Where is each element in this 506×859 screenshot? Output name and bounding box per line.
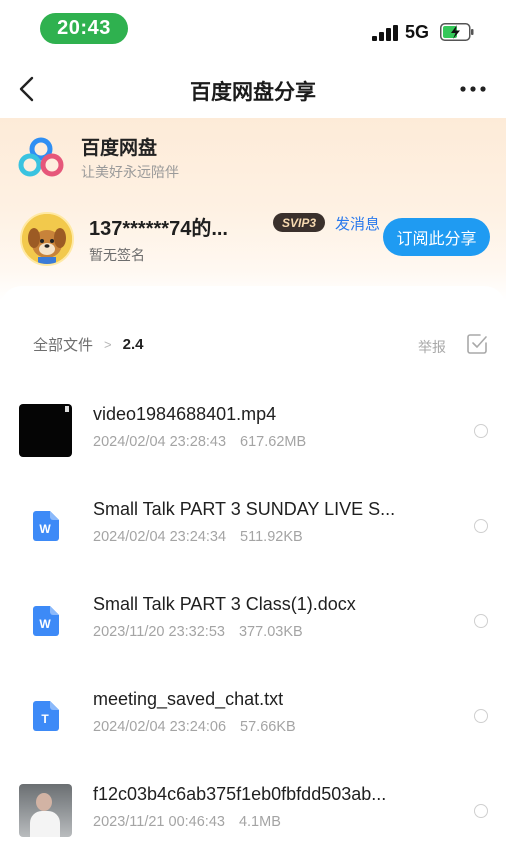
video-thumbnail bbox=[19, 404, 72, 457]
file-size: 377.03KB bbox=[238, 624, 303, 640]
svg-text:T: T bbox=[41, 712, 49, 726]
breadcrumb: 全部文件 > 2.4 bbox=[33, 334, 143, 355]
baidu-netdisk-logo-icon bbox=[18, 137, 64, 177]
file-size: 617.62MB bbox=[240, 434, 307, 450]
file-select-radio[interactable] bbox=[474, 519, 488, 533]
file-meta: 2023/11/20 23:32:53 377.03KB bbox=[93, 624, 303, 640]
file-date: 2023/11/21 00:46:43 bbox=[93, 814, 225, 830]
file-select-radio[interactable] bbox=[474, 424, 488, 438]
battery-icon bbox=[440, 23, 474, 41]
svg-text:W: W bbox=[39, 617, 51, 631]
send-message-link[interactable]: 发消息 bbox=[335, 213, 380, 234]
network-label: 5G bbox=[405, 22, 430, 42]
multi-select-icon[interactable] bbox=[466, 333, 488, 355]
file-row[interactable]: f12c03b4c6ab375f1eb0fbfdd503ab... 2023/1… bbox=[0, 784, 506, 859]
signal-icon bbox=[372, 25, 398, 41]
file-date: 2024/02/04 23:24:34 bbox=[93, 529, 227, 545]
subscribe-button[interactable]: 订阅此分享 bbox=[383, 218, 490, 256]
breadcrumb-separator: > bbox=[104, 337, 112, 352]
file-meta: 2024/02/04 23:28:43 617.62MB bbox=[93, 434, 306, 450]
file-name: f12c03b4c6ab375f1eb0fbfdd503ab... bbox=[93, 784, 387, 804]
file-row[interactable]: W Small Talk PART 3 Class(1).docx 2023/1… bbox=[0, 594, 506, 689]
file-meta: 2024/02/04 23:24:06 57.66KB bbox=[93, 719, 296, 735]
page-title: 百度网盘分享 bbox=[190, 81, 316, 104]
file-meta: 2023/11/21 00:46:43 4.1MB bbox=[93, 814, 281, 830]
text-file-icon: T bbox=[33, 701, 59, 731]
file-name: Small Talk PART 3 Class(1).docx bbox=[93, 594, 356, 614]
file-date: 2024/02/04 23:28:43 bbox=[93, 434, 227, 450]
status-time: 20:43 bbox=[40, 13, 128, 44]
file-date: 2023/11/20 23:32:53 bbox=[93, 624, 225, 640]
file-date: 2024/02/04 23:24:06 bbox=[93, 719, 227, 735]
file-size: 57.66KB bbox=[240, 719, 296, 735]
status-bar: 20:43 5G bbox=[0, 0, 506, 58]
sharer-signature: 暂无签名 bbox=[89, 247, 145, 263]
breadcrumb-root[interactable]: 全部文件 bbox=[33, 334, 93, 355]
file-row[interactable]: W Small Talk PART 3 SUNDAY LIVE S... 202… bbox=[0, 499, 506, 594]
sharer-avatar[interactable] bbox=[20, 212, 74, 266]
file-size: 511.92KB bbox=[240, 529, 303, 545]
svip-badge: SVIP3 bbox=[273, 213, 325, 232]
sharer-name: 137******74的... bbox=[89, 218, 228, 240]
breadcrumb-current: 2.4 bbox=[122, 336, 144, 353]
file-row[interactable]: video1984688401.mp4 2024/02/04 23:28:43 6… bbox=[0, 404, 506, 499]
more-options-icon[interactable] bbox=[458, 80, 488, 98]
svg-text:W: W bbox=[39, 522, 51, 536]
file-name: meeting_saved_chat.txt bbox=[93, 689, 284, 709]
word-doc-icon: W bbox=[33, 606, 59, 636]
file-select-radio[interactable] bbox=[474, 614, 488, 628]
file-select-radio[interactable] bbox=[474, 804, 488, 818]
brand-slogan: 让美好永远陪伴 bbox=[81, 164, 179, 180]
brand-name: 百度网盘 bbox=[81, 138, 158, 159]
image-thumbnail bbox=[19, 784, 72, 837]
file-row[interactable]: T meeting_saved_chat.txt 2024/02/04 23:2… bbox=[0, 689, 506, 784]
file-meta: 2024/02/04 23:24:34 511.92KB bbox=[93, 529, 303, 545]
file-select-radio[interactable] bbox=[474, 709, 488, 723]
report-link[interactable]: 举报 bbox=[418, 337, 446, 357]
nav-bar: 百度网盘分享 bbox=[0, 60, 506, 118]
file-name: Small Talk PART 3 SUNDAY LIVE S... bbox=[93, 499, 396, 519]
file-name: video1984688401.mp4 bbox=[93, 404, 277, 424]
dog-avatar-icon bbox=[22, 214, 72, 264]
file-size: 4.1MB bbox=[238, 814, 281, 830]
word-doc-icon: W bbox=[33, 511, 59, 541]
